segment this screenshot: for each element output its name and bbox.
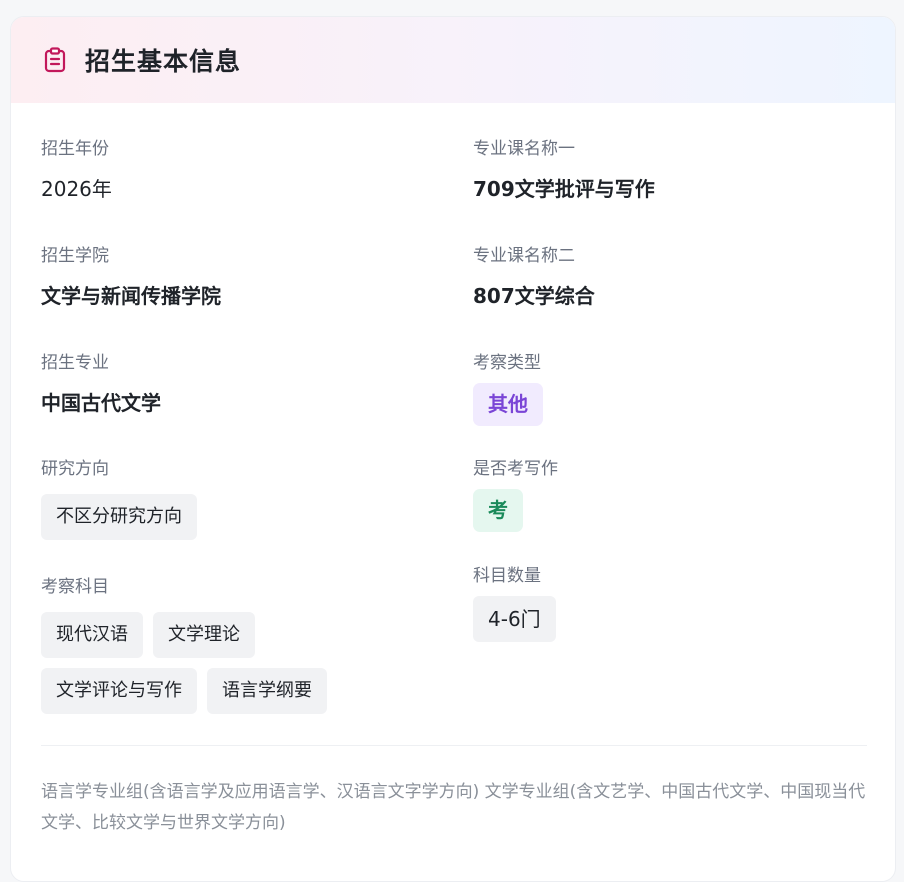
- exam-type-label: 考察类型: [473, 351, 873, 375]
- field-direction: 研究方向 不区分研究方向: [41, 457, 441, 575]
- direction-tag: 不区分研究方向: [41, 494, 197, 540]
- subjects-label: 考察科目: [41, 575, 441, 599]
- field-subjects: 考察科目 现代汉语文学理论 文学评论与写作语言学纲要: [41, 575, 441, 714]
- left-column: 招生年份 2026年 招生学院 文学与新闻传播学院 招生专业 中国古代文学 研究…: [41, 137, 441, 714]
- subject-tag: 文学理论: [153, 612, 255, 658]
- right-column: 专业课名称一 709文学批评与写作 专业课名称二 807文学综合 考察类型 其他…: [473, 137, 873, 642]
- card-header: 招生基本信息: [11, 17, 895, 103]
- exam-type-badge: 其他: [473, 383, 543, 426]
- subject-count-value: 4-6门: [473, 596, 556, 642]
- subject-tag: 文学评论与写作: [41, 668, 197, 714]
- field-year: 招生年份 2026年: [41, 137, 441, 244]
- major-label: 招生专业: [41, 351, 441, 375]
- field-subject-count: 科目数量 4-6门: [473, 564, 873, 642]
- major-value: 中国古代文学: [41, 389, 441, 417]
- field-exam-type: 考察类型 其他: [473, 351, 873, 457]
- clipboard-icon: [43, 47, 69, 73]
- card-title: 招生基本信息: [85, 42, 241, 78]
- remarks-note: 语言学专业组(含语言学及应用语言学、汉语言文字学方向) 文学专业组(含文艺学、中…: [41, 777, 867, 839]
- course2-value: 807文学综合: [473, 282, 873, 310]
- college-label: 招生学院: [41, 244, 441, 268]
- subject-tag: 语言学纲要: [207, 668, 327, 714]
- direction-label: 研究方向: [41, 457, 441, 481]
- field-course1: 专业课名称一 709文学批评与写作: [473, 137, 873, 244]
- course2-label: 专业课名称二: [473, 244, 873, 268]
- divider: [41, 745, 867, 746]
- field-course2: 专业课名称二 807文学综合: [473, 244, 873, 351]
- subject-tag: 现代汉语: [41, 612, 143, 658]
- year-value: 2026年: [41, 175, 441, 203]
- admission-info-card: 招生基本信息 招生年份 2026年 招生学院 文学与新闻传播学院 招生专业 中国…: [10, 16, 896, 882]
- field-writing: 是否考写作 考: [473, 457, 873, 564]
- course1-value: 709文学批评与写作: [473, 175, 873, 203]
- course1-label: 专业课名称一: [473, 137, 873, 161]
- field-major: 招生专业 中国古代文学: [41, 351, 441, 457]
- year-label: 招生年份: [41, 137, 441, 161]
- writing-label: 是否考写作: [473, 457, 873, 481]
- subject-count-label: 科目数量: [473, 564, 873, 588]
- writing-badge: 考: [473, 489, 523, 532]
- field-college: 招生学院 文学与新闻传播学院: [41, 244, 441, 351]
- college-value: 文学与新闻传播学院: [41, 282, 441, 310]
